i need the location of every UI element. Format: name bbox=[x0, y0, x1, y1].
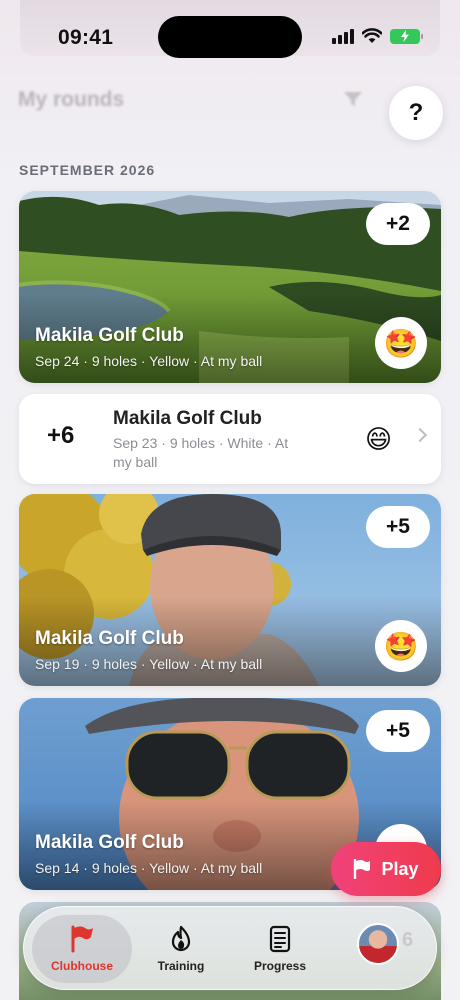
status-bar: 09:41 bbox=[0, 0, 460, 72]
round-details: Sep 24 · 9 holes · Yellow · At my ball bbox=[35, 353, 263, 369]
tab-bar: Clubhouse Training Progress 6 bbox=[23, 906, 437, 990]
course-name: Makila Golf Club bbox=[35, 832, 184, 853]
tab-clubhouse[interactable]: Clubhouse bbox=[32, 915, 132, 983]
status-icons bbox=[332, 28, 423, 44]
round-details: Sep 14 · 9 holes · Yellow · At my ball bbox=[35, 860, 263, 876]
tab-label: Training bbox=[157, 959, 205, 973]
flag-icon bbox=[354, 859, 371, 879]
section-title: SEPTEMBER 2026 bbox=[19, 162, 156, 178]
play-button-label: Play bbox=[381, 858, 419, 879]
charging-bolt-icon bbox=[401, 30, 409, 42]
round-details: Sep 23 · 9 holes · White · At my ball bbox=[113, 435, 289, 470]
wifi-icon bbox=[362, 28, 382, 43]
filter-icon[interactable] bbox=[343, 90, 363, 108]
round-card[interactable]: +2 Makila Golf Club Sep 24 · 9 holes · Y… bbox=[19, 191, 441, 383]
profile-avatar[interactable] bbox=[357, 923, 399, 965]
flame-icon bbox=[171, 925, 191, 952]
status-time: 09:41 bbox=[58, 26, 114, 49]
help-button[interactable]: ? bbox=[389, 86, 443, 140]
chevron-right-icon bbox=[412, 427, 428, 443]
play-button[interactable]: Play bbox=[331, 842, 441, 896]
course-name: Makila Golf Club bbox=[35, 628, 184, 649]
tab-training[interactable]: Training bbox=[131, 915, 231, 983]
tab-progress[interactable]: Progress bbox=[230, 915, 330, 983]
score-badge: +2 bbox=[366, 203, 430, 245]
next-card-score-ghost: 6 bbox=[402, 929, 414, 951]
score-badge: +5 bbox=[366, 506, 430, 548]
flag-icon bbox=[71, 925, 93, 953]
mood-emoji: 🤩 bbox=[375, 317, 427, 369]
course-name: Makila Golf Club bbox=[113, 408, 262, 429]
tab-label: Clubhouse bbox=[51, 959, 113, 973]
round-card[interactable]: +5 Makila Golf Club Sep 19 · 9 holes · Y… bbox=[19, 494, 441, 686]
score-badge: +5 bbox=[366, 710, 430, 752]
cellular-signal-icon bbox=[332, 28, 354, 44]
dynamic-island bbox=[158, 16, 302, 58]
scorecard-icon bbox=[269, 925, 291, 953]
round-details: Sep 19 · 9 holes · Yellow · At my ball bbox=[35, 656, 263, 672]
page-title: My rounds bbox=[18, 88, 125, 111]
round-card[interactable]: +6 Makila Golf Club Sep 23 · 9 holes · W… bbox=[19, 394, 441, 484]
course-name: Makila Golf Club bbox=[35, 325, 184, 346]
mood-emoji: 😄 bbox=[365, 424, 393, 454]
score-label: +6 bbox=[47, 422, 75, 449]
mood-emoji: 🤩 bbox=[375, 620, 427, 672]
battery-icon bbox=[390, 28, 423, 44]
tab-label: Progress bbox=[253, 959, 307, 973]
